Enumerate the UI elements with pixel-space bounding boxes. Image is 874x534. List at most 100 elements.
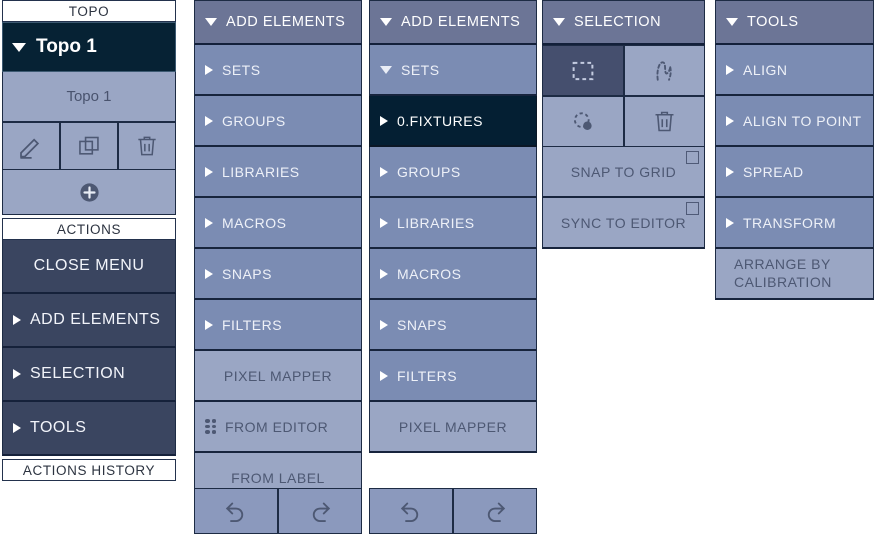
close-menu-button[interactable]: CLOSE MENU — [2, 240, 176, 294]
menu-item-label: GROUPS — [222, 112, 286, 129]
menu-item-libraries[interactable]: LIBRARIES — [194, 147, 362, 198]
lasso-select-button[interactable] — [623, 45, 705, 96]
tools-panel: TOOLS ALIGN ALIGN TO POINT SPREAD TRANSF… — [715, 0, 874, 300]
menu-item-label: FROM EDITOR — [225, 418, 329, 435]
action-selection[interactable]: SELECTION — [2, 348, 176, 402]
tool-item-align[interactable]: ALIGN — [715, 45, 874, 96]
tool-item-spread[interactable]: SPREAD — [715, 147, 874, 198]
topo-name-value: Topo 1 — [66, 88, 112, 105]
action-tools[interactable]: TOOLS — [2, 402, 176, 456]
chevron-down-icon — [12, 42, 26, 52]
menu-item-macros[interactable]: MACROS — [369, 249, 537, 300]
menu-item-groups[interactable]: GROUPS — [369, 147, 537, 198]
chevron-right-icon — [205, 319, 213, 330]
marquee-select-button[interactable] — [542, 45, 624, 96]
redo-button[interactable] — [278, 488, 362, 534]
selection-header-label: SELECTION — [574, 14, 662, 30]
chevron-right-icon — [726, 64, 734, 75]
chevron-down-icon — [205, 18, 217, 26]
menu-item-label: PIXEL MAPPER — [223, 367, 333, 384]
sync-to-editor-label: SYNC TO EDITOR — [560, 214, 687, 231]
chevron-right-icon — [205, 268, 213, 279]
menu-item-pixel-mapper[interactable]: PIXEL MAPPER — [369, 402, 537, 453]
menu-item-groups[interactable]: GROUPS — [194, 96, 362, 147]
menu-item-from-editor[interactable]: FROM EDITOR — [194, 402, 362, 453]
snap-to-grid-toggle[interactable]: SNAP TO GRID — [542, 147, 705, 198]
topo-panel: TOPO Topo 1 Topo 1 ACTIONS CLOSE MENU AD… — [2, 0, 176, 481]
chevron-right-icon — [380, 268, 388, 279]
menu-item-sets-expanded[interactable]: SETS — [369, 45, 537, 96]
add-elements-header-label: ADD ELEMENTS — [226, 14, 346, 30]
snap-to-grid-checkbox[interactable] — [686, 151, 699, 164]
topo-icon-toolbar — [2, 122, 176, 170]
redo-button[interactable] — [453, 488, 537, 534]
tool-item-label: SPREAD — [743, 163, 804, 180]
topo-name-field[interactable]: Topo 1 — [2, 72, 176, 122]
actions-section-title: ACTIONS — [2, 218, 176, 240]
menu-item-filters[interactable]: FILTERS — [369, 351, 537, 402]
chevron-right-icon — [205, 64, 213, 75]
add-elements-header-2[interactable]: ADD ELEMENTS — [369, 0, 537, 45]
tool-item-label: TRANSFORM — [743, 214, 837, 231]
topo-selected-item[interactable]: Topo 1 — [2, 22, 176, 72]
selection-tool-grid — [542, 45, 705, 147]
edit-topo-button[interactable] — [2, 122, 60, 170]
tool-item-transform[interactable]: TRANSFORM — [715, 198, 874, 249]
tool-item-label: ARRANGE BY CALIBRATION — [734, 256, 832, 290]
tool-item-align-to-point[interactable]: ALIGN TO POINT — [715, 96, 874, 147]
add-elements-header-1[interactable]: ADD ELEMENTS — [194, 0, 362, 45]
action-add-elements[interactable]: ADD ELEMENTS — [2, 294, 176, 348]
menu-item-label: SETS — [222, 61, 261, 78]
action-tools-label: TOOLS — [30, 419, 87, 436]
chevron-right-icon — [726, 166, 734, 177]
menu-item-snaps[interactable]: SNAPS — [194, 249, 362, 300]
chevron-right-icon — [380, 370, 388, 381]
marquee-rectangle-icon — [568, 56, 598, 86]
menu-item-pixel-mapper[interactable]: PIXEL MAPPER — [194, 351, 362, 402]
add-elements-panel-1: ADD ELEMENTS SETS GROUPS LIBRARIES MACRO… — [194, 0, 362, 534]
actions-history-title: ACTIONS HISTORY — [2, 459, 176, 481]
tool-item-arrange-by-calibration[interactable]: ARRANGE BY CALIBRATION — [715, 249, 874, 300]
topo-section-title: TOPO — [2, 0, 176, 22]
menu-item-macros[interactable]: MACROS — [194, 198, 362, 249]
menu-item-fixtures[interactable]: 0.FIXTURES — [369, 96, 537, 147]
tool-item-label: ALIGN — [743, 61, 788, 78]
chevron-right-icon — [205, 115, 213, 126]
redo-icon — [305, 496, 335, 526]
sync-to-editor-checkbox[interactable] — [686, 202, 699, 215]
chevron-right-icon — [726, 115, 734, 126]
deselect-button[interactable] — [542, 96, 624, 147]
undo-button[interactable] — [369, 488, 453, 534]
menu-item-label: SNAPS — [397, 316, 447, 333]
delete-selection-button[interactable] — [623, 96, 705, 147]
snap-to-grid-label: SNAP TO GRID — [570, 163, 677, 180]
drag-handle-icon — [205, 419, 216, 434]
menu-item-snaps[interactable]: SNAPS — [369, 300, 537, 351]
menu-item-libraries[interactable]: LIBRARIES — [369, 198, 537, 249]
add-topo-button[interactable] — [2, 170, 176, 215]
undo-icon — [221, 496, 251, 526]
delete-topo-button[interactable] — [118, 122, 176, 170]
duplicate-topo-button[interactable] — [60, 122, 118, 170]
menu-item-label: SETS — [401, 61, 440, 78]
menu-item-label: FILTERS — [397, 367, 458, 384]
selection-header[interactable]: SELECTION — [542, 0, 705, 45]
menu-item-label: MACROS — [397, 265, 462, 282]
tools-header[interactable]: TOOLS — [715, 0, 874, 45]
chevron-down-icon — [726, 18, 738, 26]
add-elements-header-label: ADD ELEMENTS — [401, 14, 521, 30]
menu-item-filters[interactable]: FILTERS — [194, 300, 362, 351]
deselect-icon — [568, 107, 598, 137]
menu-item-sets[interactable]: SETS — [194, 45, 362, 96]
chevron-right-icon — [380, 166, 388, 177]
edit-pencil-icon — [16, 131, 46, 161]
sync-to-editor-toggle[interactable]: SYNC TO EDITOR — [542, 198, 705, 249]
lasso-freehand-icon — [649, 56, 679, 86]
undo-button[interactable] — [194, 488, 278, 534]
add-plus-icon — [78, 181, 101, 204]
undo-icon — [396, 496, 426, 526]
chevron-down-icon — [553, 18, 565, 26]
menu-item-label: PIXEL MAPPER — [398, 418, 508, 435]
chevron-right-icon — [726, 217, 734, 228]
action-add-elements-label: ADD ELEMENTS — [30, 311, 161, 328]
